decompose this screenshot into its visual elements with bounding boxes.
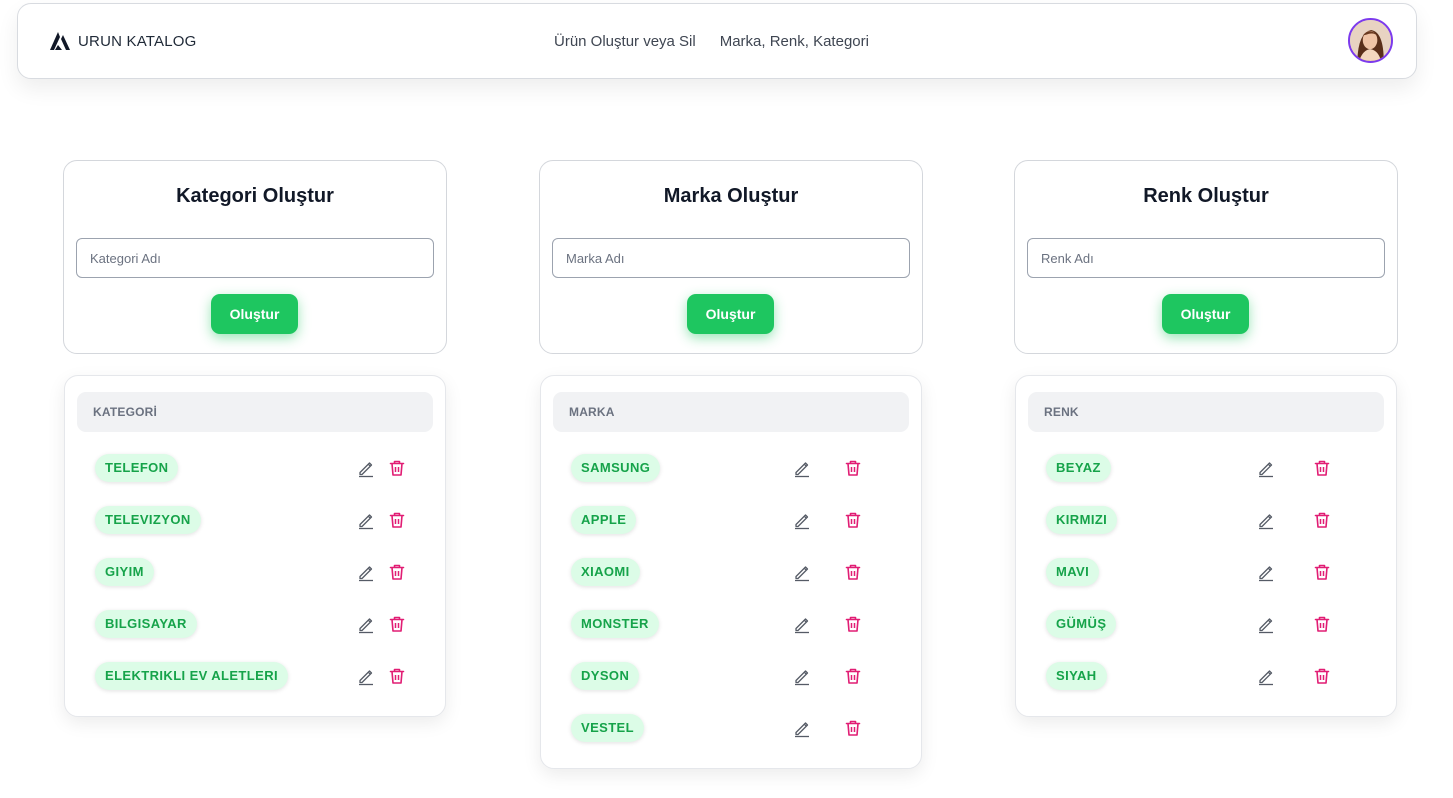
trash-icon[interactable] (387, 614, 407, 634)
item-tag: DYSON (571, 662, 640, 690)
create-category-title: Kategori Oluştur (176, 185, 334, 207)
list-item: SAMSUNG (553, 442, 909, 494)
pencil-icon[interactable] (1256, 510, 1276, 530)
item-tag: ELEKTRIKLI EV ALETLERI (95, 662, 288, 690)
list-item: TELEVIZYON (77, 494, 433, 546)
create-category-button[interactable]: Oluştur (211, 294, 298, 334)
brand-name: URUN KATALOG (78, 32, 197, 50)
list-item: VESTEL (553, 702, 909, 754)
item-tag: MAVI (1046, 558, 1100, 586)
item-tag: APPLE (571, 506, 637, 534)
pencil-icon[interactable] (1256, 458, 1276, 478)
pencil-icon[interactable] (792, 718, 812, 738)
list-item: APPLE (553, 494, 909, 546)
trash-icon[interactable] (1312, 666, 1332, 686)
item-tag: VESTEL (571, 714, 644, 742)
list-item: BEYAZ (1028, 442, 1384, 494)
trash-icon[interactable] (843, 562, 863, 582)
list-item: GÜMÜŞ (1028, 598, 1384, 650)
category-list-card: KATEGORİ TELEFON TELEVIZYON GIYIM BILGISAYA… (64, 375, 446, 717)
trash-icon[interactable] (387, 458, 407, 478)
list-item: XIAOMI (553, 546, 909, 598)
create-brand-card: Marka Oluştur Oluştur (539, 160, 923, 354)
pencil-icon[interactable] (356, 614, 376, 634)
item-tag: TELEVIZYON (95, 506, 201, 534)
item-tag: GIYIM (95, 558, 154, 586)
top-navbar: URUN KATALOG Ürün Oluştur veya Sil Marka… (17, 3, 1417, 79)
brand-list-card: MARKA SAMSUNG APPLE XIAOMI MONSTER DYSON VEST… (540, 375, 922, 769)
pencil-icon[interactable] (1256, 562, 1276, 582)
create-color-title: Renk Oluştur (1143, 185, 1269, 207)
list-item: DYSON (553, 650, 909, 702)
pencil-icon[interactable] (1256, 614, 1276, 634)
create-color-card: Renk Oluştur Oluştur (1014, 160, 1398, 354)
item-tag: XIAOMI (571, 558, 640, 586)
pencil-icon[interactable] (356, 562, 376, 582)
list-item: MONSTER (553, 598, 909, 650)
pencil-icon[interactable] (356, 458, 376, 478)
item-tag: SAMSUNG (571, 454, 661, 482)
brand-list-header: MARKA (553, 392, 909, 432)
trash-icon[interactable] (387, 562, 407, 582)
item-tag: KIRMIZI (1046, 506, 1118, 534)
item-tag: MONSTER (571, 610, 659, 638)
trash-icon[interactable] (1312, 458, 1332, 478)
create-brand-button[interactable]: Oluştur (687, 294, 774, 334)
item-tag: BILGISAYAR (95, 610, 197, 638)
avatar[interactable] (1348, 18, 1393, 63)
category-list-header: KATEGORİ (77, 392, 433, 432)
trash-icon[interactable] (387, 510, 407, 530)
trash-icon[interactable] (843, 614, 863, 634)
trash-icon[interactable] (843, 458, 863, 478)
pencil-icon[interactable] (792, 614, 812, 634)
pencil-icon[interactable] (792, 510, 812, 530)
color-column: Renk Oluştur Oluştur RENK BEYAZ KIRMIZI MA… (1014, 160, 1398, 717)
pencil-icon[interactable] (1256, 666, 1276, 686)
color-name-input[interactable] (1027, 238, 1385, 278)
trash-icon[interactable] (1312, 614, 1332, 634)
pencil-icon[interactable] (792, 458, 812, 478)
trash-icon[interactable] (843, 718, 863, 738)
brand-column: Marka Oluştur Oluştur MARKA SAMSUNG APPLE… (539, 160, 923, 769)
avatar-image (1350, 20, 1391, 61)
list-item: SIYAH (1028, 650, 1384, 702)
create-brand-title: Marka Oluştur (663, 185, 799, 207)
trash-icon[interactable] (1312, 510, 1332, 530)
pencil-icon[interactable] (356, 666, 376, 686)
pencil-icon[interactable] (792, 562, 812, 582)
trash-icon[interactable] (1312, 562, 1332, 582)
nav-link-product[interactable]: Ürün Oluştur veya Sil (554, 33, 696, 50)
nav-links: Ürün Oluştur veya Sil Marka, Renk, Kateg… (554, 33, 869, 50)
item-tag: TELEFON (95, 454, 179, 482)
list-item: GIYIM (77, 546, 433, 598)
color-list-card: RENK BEYAZ KIRMIZI MAVI GÜMÜŞ SIYAH (1015, 375, 1397, 717)
trash-icon[interactable] (843, 666, 863, 686)
create-color-button[interactable]: Oluştur (1162, 294, 1249, 334)
category-column: Kategori Oluştur Oluştur KATEGORİ TELEFO… (63, 160, 447, 717)
color-list: BEYAZ KIRMIZI MAVI GÜMÜŞ SIYAH (1028, 442, 1384, 702)
item-tag: GÜMÜŞ (1046, 610, 1117, 638)
triangle-logo-icon (50, 32, 70, 50)
list-item: BILGISAYAR (77, 598, 433, 650)
list-item: TELEFON (77, 442, 433, 494)
color-list-header: RENK (1028, 392, 1384, 432)
list-item: ELEKTRIKLI EV ALETLERI (77, 650, 433, 702)
nav-link-brand-color-category[interactable]: Marka, Renk, Kategori (720, 33, 869, 50)
trash-icon[interactable] (387, 666, 407, 686)
brand[interactable]: URUN KATALOG (50, 32, 197, 50)
category-list: TELEFON TELEVIZYON GIYIM BILGISAYAR ELEKTRIK… (77, 442, 433, 702)
brand-name-input[interactable] (552, 238, 910, 278)
item-tag: BEYAZ (1046, 454, 1111, 482)
list-item: MAVI (1028, 546, 1384, 598)
pencil-icon[interactable] (356, 510, 376, 530)
pencil-icon[interactable] (792, 666, 812, 686)
trash-icon[interactable] (843, 510, 863, 530)
brand-list: SAMSUNG APPLE XIAOMI MONSTER DYSON VESTEL (553, 442, 909, 754)
create-category-card: Kategori Oluştur Oluştur (63, 160, 447, 354)
category-name-input[interactable] (76, 238, 434, 278)
item-tag: SIYAH (1046, 662, 1107, 690)
list-item: KIRMIZI (1028, 494, 1384, 546)
